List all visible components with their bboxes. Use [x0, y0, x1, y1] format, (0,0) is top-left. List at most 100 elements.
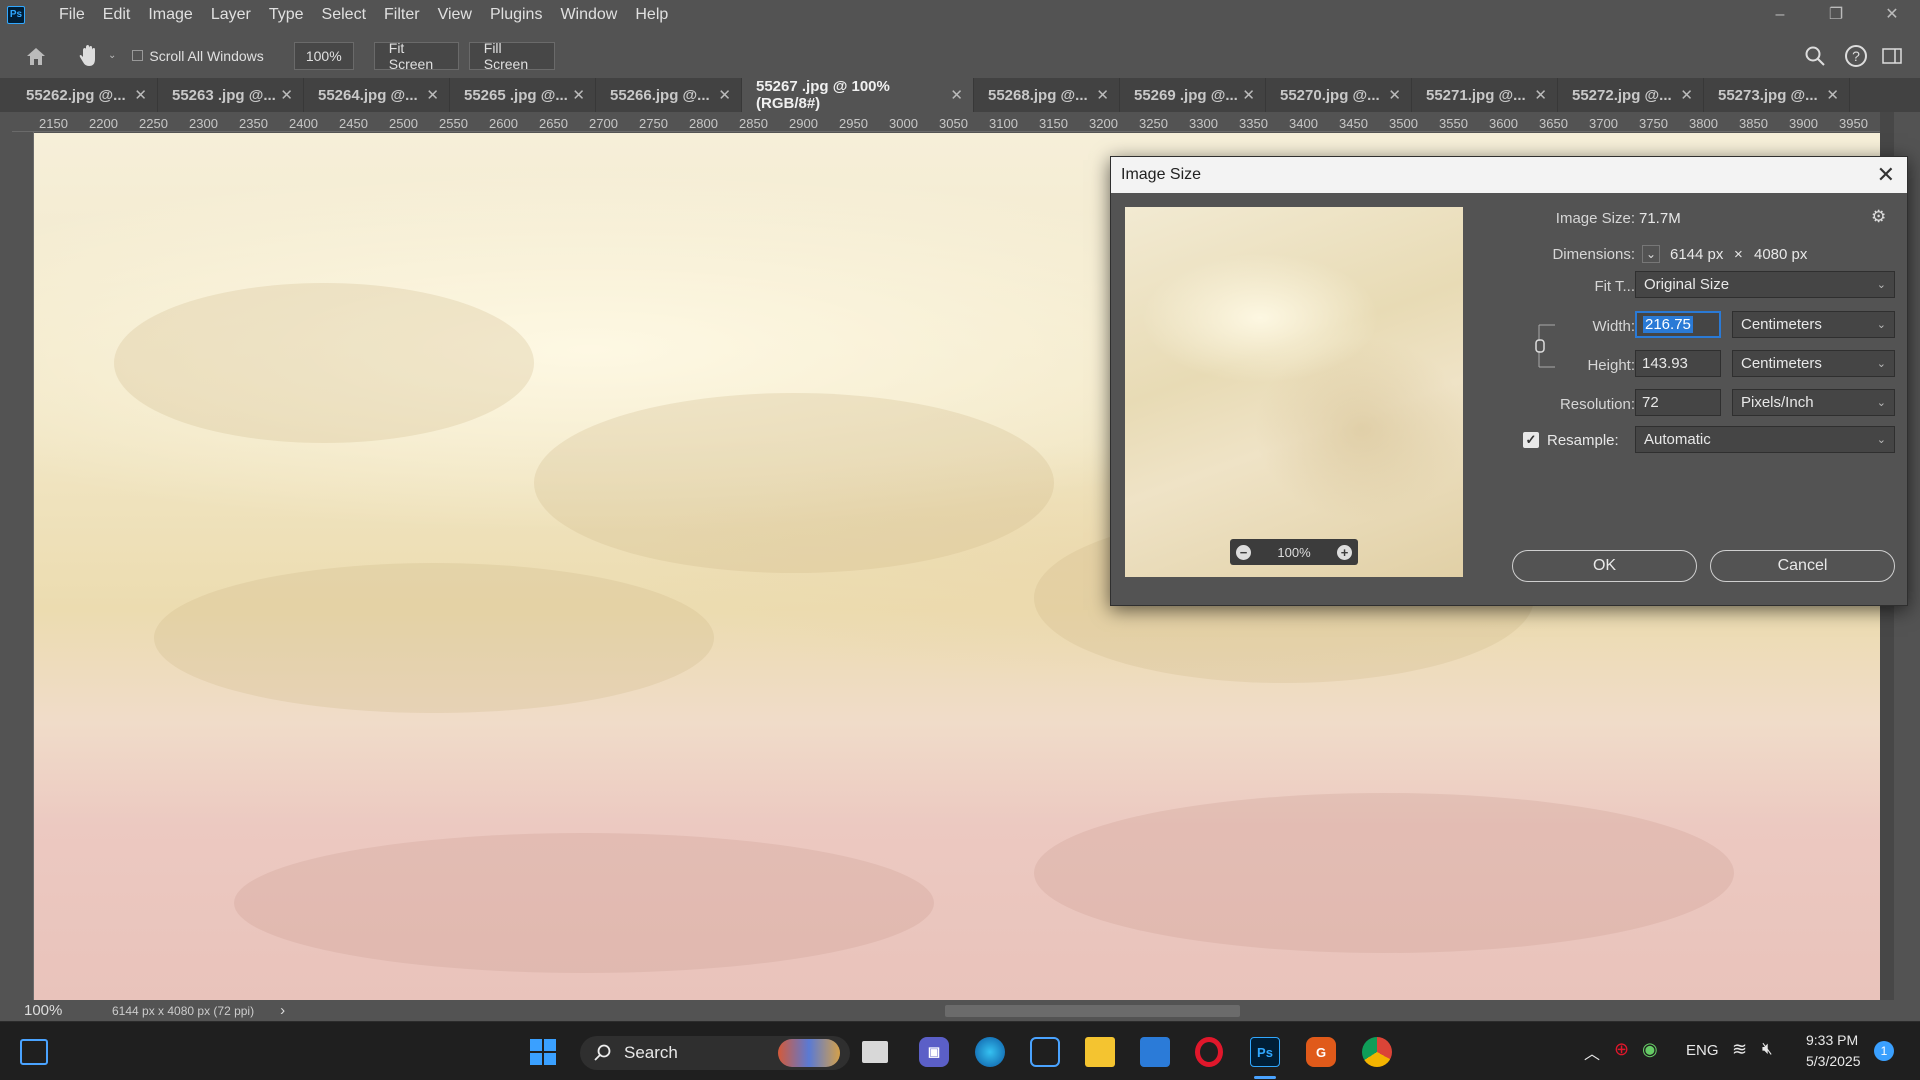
- tab-55273[interactable]: 55273.jpg @... ✕: [1704, 78, 1850, 112]
- photoshop-logo: Ps: [7, 5, 25, 24]
- clock-date[interactable]: 5/3/2025: [1806, 1053, 1861, 1069]
- windows-start-icon[interactable]: [528, 1037, 558, 1067]
- close-icon[interactable]: ✕: [1388, 86, 1401, 104]
- search-icon[interactable]: [1804, 45, 1826, 67]
- close-icon[interactable]: ✕: [280, 86, 293, 104]
- resolution-label: Resolution:: [1559, 396, 1635, 413]
- teams-icon[interactable]: ▣: [919, 1037, 949, 1067]
- fit-screen-button[interactable]: Fit Screen: [373, 40, 459, 72]
- tab-55262[interactable]: 55262.jpg @... ✕: [12, 78, 158, 112]
- restore-button[interactable]: ❐: [1808, 0, 1864, 29]
- image-preview[interactable]: − 100% +: [1125, 207, 1463, 577]
- menu-edit[interactable]: Edit: [94, 6, 140, 24]
- taskbar-search[interactable]: Search: [580, 1036, 850, 1070]
- tab-label: 55263 .jpg @...: [172, 86, 276, 104]
- status-arrow[interactable]: ›: [280, 1002, 285, 1019]
- grammarly-icon[interactable]: G: [1306, 1037, 1336, 1067]
- file-explorer-icon[interactable]: [1085, 1037, 1115, 1067]
- notification-badge[interactable]: 1: [1874, 1041, 1894, 1061]
- chevron-down-icon[interactable]: ⌄: [108, 50, 116, 61]
- ruler-tick-label: 2300: [189, 116, 218, 131]
- dialog-title-bar[interactable]: Image Size ✕: [1111, 157, 1907, 193]
- scroll-all-windows-checkbox[interactable]: [132, 50, 144, 61]
- tab-55272[interactable]: 55272.jpg @... ✕: [1558, 78, 1704, 112]
- menu-image[interactable]: Image: [139, 6, 201, 24]
- clock-time[interactable]: 9:33 PM: [1806, 1032, 1858, 1048]
- resolution-input[interactable]: 72: [1635, 389, 1721, 416]
- fabric-fold: [154, 563, 714, 713]
- resolution-unit: Pixels/Inch: [1741, 394, 1814, 411]
- ruler-tick-label: 3050: [939, 116, 968, 131]
- tab-55271[interactable]: 55271.jpg @... ✕: [1412, 78, 1558, 112]
- height-unit-select[interactable]: Centimeters ⌄: [1732, 350, 1895, 377]
- help-icon[interactable]: ?: [1844, 44, 1868, 68]
- tab-55269[interactable]: 55269 .jpg @... ✕: [1120, 78, 1266, 112]
- dimensions-dropdown-icon[interactable]: ⌄: [1642, 245, 1660, 263]
- workspace-icon[interactable]: [1882, 47, 1902, 65]
- fill-screen-button[interactable]: Fill Screen: [468, 40, 555, 72]
- tab-55267-active[interactable]: 55267 .jpg @ 100% (RGB/8#) ✕: [742, 78, 974, 112]
- tab-55265[interactable]: 55265 .jpg @... ✕: [450, 78, 596, 112]
- close-icon[interactable]: ✕: [1242, 86, 1255, 104]
- close-icon[interactable]: ✕: [1877, 162, 1895, 188]
- speaker-muted-icon[interactable]: 🔇︎: [1762, 1039, 1773, 1059]
- close-icon[interactable]: ✕: [134, 86, 147, 104]
- menu-layer[interactable]: Layer: [202, 6, 260, 24]
- menu-plugins[interactable]: Plugins: [481, 6, 551, 24]
- chrome-icon[interactable]: [1362, 1037, 1392, 1067]
- zoom-out-icon[interactable]: −: [1236, 544, 1251, 560]
- tab-55266[interactable]: 55266.jpg @... ✕: [596, 78, 742, 112]
- tab-55268[interactable]: 55268.jpg @... ✕: [974, 78, 1120, 112]
- close-icon[interactable]: ✕: [572, 86, 585, 104]
- close-icon[interactable]: ✕: [950, 86, 963, 104]
- opera-icon[interactable]: [1195, 1037, 1223, 1067]
- close-icon[interactable]: ✕: [1096, 86, 1109, 104]
- close-icon[interactable]: ✕: [718, 86, 731, 104]
- edge-icon[interactable]: [975, 1037, 1005, 1067]
- close-icon[interactable]: ✕: [1826, 86, 1839, 104]
- ruler-tick-label: 3400: [1289, 116, 1318, 131]
- tab-55270[interactable]: 55270.jpg @... ✕: [1266, 78, 1412, 112]
- widgets-icon[interactable]: [20, 1039, 48, 1065]
- cancel-button[interactable]: Cancel: [1710, 550, 1895, 582]
- menu-filter[interactable]: Filter: [375, 6, 429, 24]
- task-view-icon[interactable]: [862, 1041, 888, 1063]
- tab-55263[interactable]: 55263 .jpg @... ✕: [158, 78, 304, 112]
- hand-tool-icon[interactable]: [76, 43, 102, 69]
- tab-55264[interactable]: 55264.jpg @... ✕: [304, 78, 450, 112]
- snipping-tool-icon[interactable]: [1030, 1037, 1060, 1067]
- width-unit-select[interactable]: Centimeters ⌄: [1732, 311, 1895, 338]
- status-zoom[interactable]: 100%: [24, 1002, 100, 1019]
- photoshop-taskbar-icon[interactable]: Ps: [1250, 1037, 1280, 1067]
- minimize-button[interactable]: –: [1752, 0, 1808, 29]
- width-input[interactable]: 216.75: [1635, 311, 1721, 338]
- fit-to-select[interactable]: Original Size ⌄: [1635, 271, 1895, 298]
- close-icon[interactable]: ✕: [426, 86, 439, 104]
- height-input[interactable]: 143.93: [1635, 350, 1721, 377]
- resample-select[interactable]: Automatic ⌄: [1635, 426, 1895, 453]
- gear-icon[interactable]: ⚙: [1871, 207, 1886, 227]
- vpn-icon[interactable]: ⊕: [1614, 1039, 1629, 1060]
- horizontal-scrollbar[interactable]: [320, 1003, 1880, 1017]
- menu-type[interactable]: Type: [260, 6, 313, 24]
- menu-view[interactable]: View: [429, 6, 481, 24]
- zoom-level-field[interactable]: 100%: [293, 41, 354, 70]
- network-globe-icon[interactable]: ◉: [1642, 1039, 1658, 1060]
- home-icon[interactable]: [24, 45, 48, 67]
- menu-help[interactable]: Help: [626, 6, 677, 24]
- resolution-unit-select[interactable]: Pixels/Inch ⌄: [1732, 389, 1895, 416]
- menu-file[interactable]: File: [50, 6, 94, 24]
- wifi-icon[interactable]: ≋: [1732, 1039, 1747, 1060]
- scrollbar-thumb[interactable]: [945, 1005, 1240, 1017]
- store-icon[interactable]: [1140, 1037, 1170, 1067]
- close-window-button[interactable]: ✕: [1864, 0, 1920, 29]
- close-icon[interactable]: ✕: [1680, 86, 1693, 104]
- zoom-in-icon[interactable]: +: [1337, 544, 1352, 560]
- ok-button[interactable]: OK: [1512, 550, 1697, 582]
- menu-window[interactable]: Window: [551, 6, 626, 24]
- menu-select[interactable]: Select: [313, 6, 375, 24]
- language-indicator[interactable]: ENG: [1686, 1042, 1719, 1059]
- resample-checkbox[interactable]: ✓: [1523, 432, 1539, 448]
- chevron-up-icon[interactable]: ︿: [1584, 1040, 1600, 1064]
- close-icon[interactable]: ✕: [1534, 86, 1547, 104]
